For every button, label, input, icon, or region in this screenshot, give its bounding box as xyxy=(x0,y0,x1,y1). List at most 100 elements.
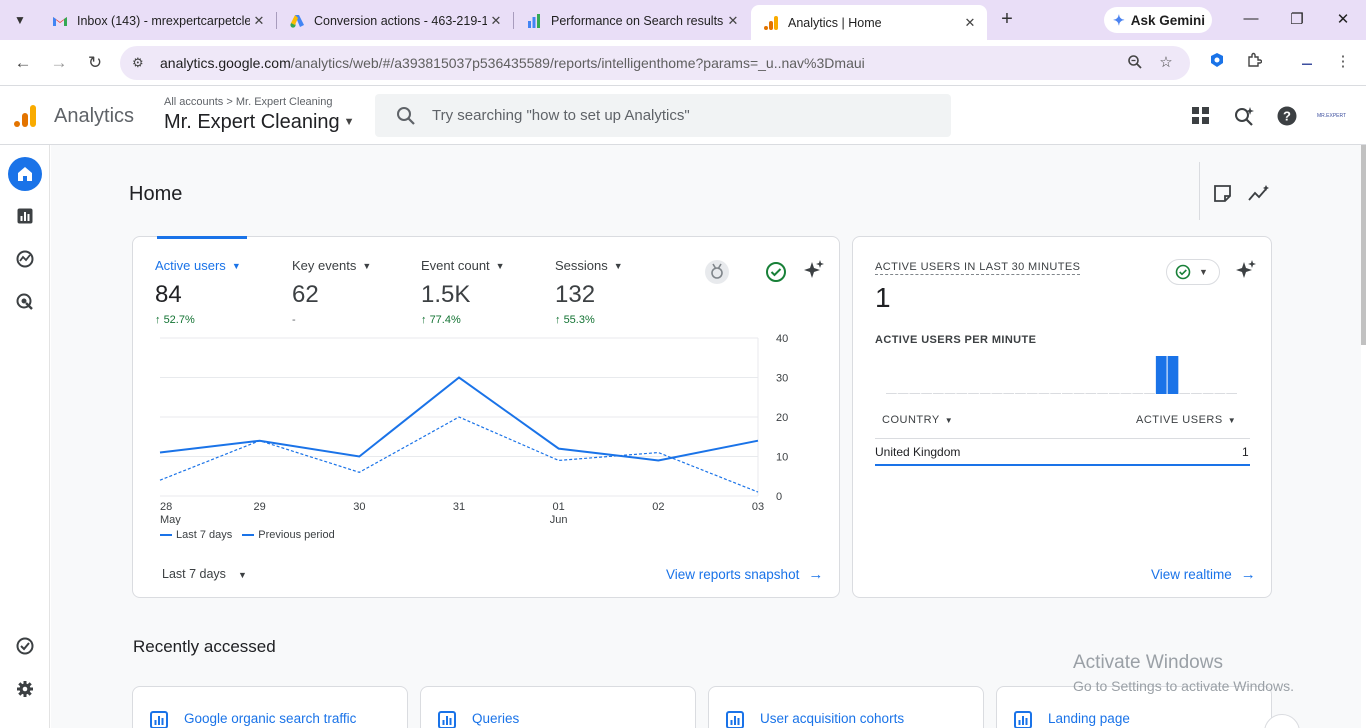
nav-advertising[interactable] xyxy=(8,285,42,319)
site-info-icon[interactable]: ⚙ xyxy=(132,55,150,71)
recent-item-label: Queries xyxy=(472,711,520,726)
sparkle-icon[interactable] xyxy=(1235,259,1257,281)
restore-icon[interactable]: ❐ xyxy=(1287,10,1307,28)
page-title: Home xyxy=(129,183,183,205)
medal-icon[interactable] xyxy=(705,260,729,284)
per-minute-bar-empty xyxy=(886,393,897,394)
close-icon[interactable]: ✕ xyxy=(487,13,505,29)
nav-explore[interactable] xyxy=(8,242,42,276)
apps-grid-icon[interactable] xyxy=(1190,105,1212,127)
address-bar[interactable]: ⚙ analytics.google.com/analytics/web/#/a… xyxy=(120,46,1190,80)
view-reports-snapshot-link[interactable]: View reports snapshot → xyxy=(666,566,823,583)
insights-icon[interactable] xyxy=(1248,184,1270,203)
chevron-down-icon: ▼ xyxy=(613,261,623,271)
sort-down-icon: ▼ xyxy=(1227,416,1237,425)
tab-analytics-home[interactable]: Analytics | Home ✕ xyxy=(751,5,987,40)
back-icon[interactable]: ← xyxy=(12,52,34,74)
per-minute-bar-empty xyxy=(991,393,1003,394)
metric-value: 62 xyxy=(292,281,319,308)
account-avatar[interactable]: MR.EXPERT xyxy=(1317,107,1346,125)
metric-event-count[interactable]: Event count ▼ 1.5K ↑ 77.4% xyxy=(421,258,505,326)
x-tick-sublabel: May xyxy=(160,514,181,525)
realtime-value: 1 xyxy=(875,282,891,313)
close-icon[interactable]: ✕ xyxy=(961,15,979,31)
analytics-logo-icon[interactable] xyxy=(13,103,39,129)
arrow-up-icon: ↑ xyxy=(555,314,561,326)
breadcrumb[interactable]: All accounts > Mr. Expert Cleaning xyxy=(164,96,332,108)
close-icon[interactable]: ✕ xyxy=(724,13,742,29)
new-tab-button[interactable]: + xyxy=(995,8,1019,32)
notes-icon[interactable] xyxy=(1213,184,1232,203)
profile-avatar-icon[interactable]: ▬▬ xyxy=(1296,54,1318,74)
gear-icon xyxy=(17,681,33,697)
tab-google-ads[interactable]: Conversion actions - 463-219-1 ✕ xyxy=(277,5,513,36)
column-header-active-users[interactable]: ACTIVE USERS ▼ xyxy=(1136,414,1236,426)
browser-tab-bar: ▼ Inbox (143) - mrexpertcarpetcle ✕ Conv… xyxy=(0,0,1366,40)
search-icon xyxy=(397,106,415,125)
zoom-icon[interactable] xyxy=(1126,54,1144,72)
property-selector[interactable]: Mr. Expert Cleaning ▼ xyxy=(164,111,355,134)
scrollbar[interactable] xyxy=(1361,145,1366,345)
per-minute-bar-empty xyxy=(1202,393,1214,394)
view-realtime-link[interactable]: View realtime → xyxy=(1151,566,1256,583)
chevron-down-icon: ▼ xyxy=(237,570,247,580)
recent-item-user-acquisition-cohorts[interactable]: User acquisition cohorts xyxy=(708,686,984,728)
nav-reports[interactable] xyxy=(8,199,42,233)
puzzle-extensions-icon[interactable] xyxy=(1244,52,1264,72)
extension-icon[interactable] xyxy=(1207,52,1227,72)
close-icon[interactable]: ✕ xyxy=(250,13,268,29)
analytics-icon xyxy=(764,15,778,30)
minimize-icon[interactable]: — xyxy=(1241,10,1261,27)
ask-gemini-button[interactable]: ✦ Ask Gemini xyxy=(1104,7,1212,33)
per-minute-bar-empty xyxy=(1062,393,1073,394)
metric-change: ↑ 52.7% xyxy=(155,314,195,326)
realtime-title[interactable]: ACTIVE USERS IN LAST 30 MINUTES xyxy=(875,261,1081,275)
home-icon xyxy=(18,167,32,181)
nav-home[interactable] xyxy=(8,157,42,191)
selected-metric-indicator xyxy=(157,236,247,239)
series-line-previous-period xyxy=(159,416,759,493)
y-tick-label: 40 xyxy=(776,333,788,345)
per-minute-bar-empty xyxy=(909,393,921,394)
tab-gmail[interactable]: Inbox (143) - mrexpertcarpetcle ✕ xyxy=(40,5,276,36)
sparkle-icon[interactable] xyxy=(803,259,825,281)
help-icon[interactable]: ? xyxy=(1276,105,1298,127)
per-minute-bar-empty xyxy=(968,393,979,394)
active-users-line-chart: 0 10 20 30 40 28May 29 30 31 01Jun 02 03 xyxy=(159,333,788,525)
url-text[interactable]: analytics.google.com/analytics/web/#/a39… xyxy=(160,55,865,71)
recent-item-label: User acquisition cohorts xyxy=(760,711,905,726)
search-insights-icon[interactable] xyxy=(1233,105,1255,127)
recent-item-queries[interactable]: Queries xyxy=(420,686,696,728)
bookmark-star-icon[interactable]: ☆ xyxy=(1157,54,1175,72)
nav-admin[interactable] xyxy=(8,672,42,706)
metric-key-events[interactable]: Key events ▼ 62 - xyxy=(292,258,371,326)
more-menu-icon[interactable]: ⋮ xyxy=(1333,52,1353,72)
metric-label: Active users xyxy=(155,258,226,273)
column-header-country[interactable]: COUNTRY ▼ xyxy=(882,414,953,426)
windows-activation-watermark: Activate Windows Go to Settings to activ… xyxy=(1073,652,1294,694)
y-tick-label: 10 xyxy=(776,452,788,464)
metric-label: Key events xyxy=(292,258,357,273)
tab-search-console[interactable]: Performance on Search results ✕ xyxy=(514,5,750,36)
per-minute-bar-empty xyxy=(1038,393,1050,394)
metric-sessions[interactable]: Sessions ▼ 132 ↑ 55.3% xyxy=(555,258,623,326)
chevron-down-icon: ▼ xyxy=(495,261,505,271)
tab-search-menu[interactable]: ▼ xyxy=(8,8,32,32)
metric-change: ↑ 77.4% xyxy=(421,314,461,326)
recent-item-google-organic-search-traffic[interactable]: Google organic search traffic xyxy=(132,686,408,728)
metric-active-users[interactable]: Active users ▼ 84 ↑ 52.7% xyxy=(155,258,241,326)
realtime-status-chip[interactable]: ▼ xyxy=(1166,259,1220,285)
analytics-brand[interactable]: Analytics xyxy=(54,105,134,128)
x-tick-label: 29 xyxy=(254,501,266,513)
date-range-selector[interactable]: Last 7 days ▼ xyxy=(162,567,247,581)
data-quality-check-icon[interactable] xyxy=(765,261,787,283)
nav-activity[interactable] xyxy=(8,629,42,663)
search-input[interactable]: Try searching "how to set up Analytics" xyxy=(375,94,951,137)
x-tick-label: 28 xyxy=(160,501,172,513)
window-close-icon[interactable]: ✕ xyxy=(1333,10,1353,28)
forward-icon[interactable]: → xyxy=(48,52,70,74)
reload-icon[interactable]: ↻ xyxy=(84,52,106,74)
per-minute-bar-empty xyxy=(1191,393,1202,394)
report-icon xyxy=(438,711,456,728)
per-minute-bar-empty xyxy=(921,393,932,394)
